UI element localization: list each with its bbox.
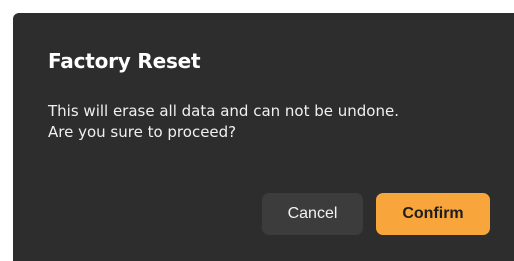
dialog-message-line: This will erase all data and can not be … bbox=[48, 102, 399, 120]
cancel-button[interactable]: Cancel bbox=[262, 193, 363, 235]
screen: Factory Reset This will erase all data a… bbox=[0, 0, 514, 261]
dialog-title: Factory Reset bbox=[48, 49, 201, 73]
confirm-button[interactable]: Confirm bbox=[376, 193, 490, 235]
dialog-message-line: Are you sure to proceed? bbox=[48, 123, 237, 141]
factory-reset-dialog: Factory Reset This will erase all data a… bbox=[13, 13, 514, 261]
dialog-message: This will erase all data and can not be … bbox=[48, 101, 498, 143]
